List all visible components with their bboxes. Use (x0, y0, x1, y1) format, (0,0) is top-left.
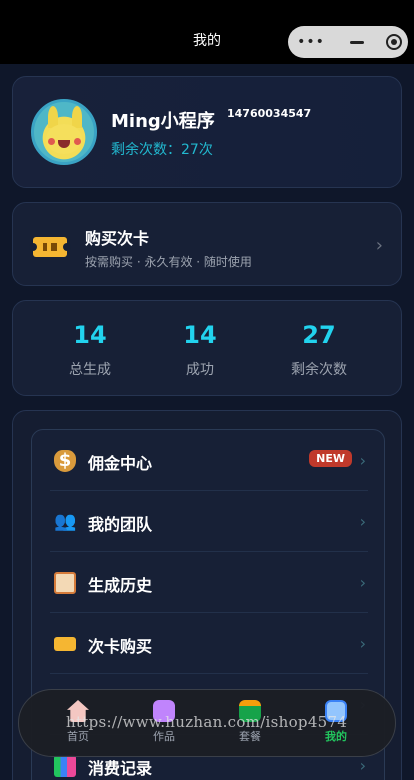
menu-item-label: 佣金中心 (88, 454, 153, 473)
menu-item-label: 我的团队 (88, 515, 153, 534)
stat-remaining: 27 剩余次数 (254, 321, 384, 379)
menu-item-label: 生成历史 (88, 576, 153, 595)
team-icon: 👥 (54, 511, 77, 532)
minimize-icon[interactable] (334, 40, 380, 44)
clipboard-icon (54, 572, 76, 594)
ticket-icon (54, 637, 76, 651)
chevron-right-icon: › (359, 512, 366, 531)
stat-value: 14 (183, 321, 217, 349)
buy-card-title: 购买次卡 (85, 229, 150, 248)
stat-label: 成功 (186, 362, 214, 378)
mini-program-capsule: ••• (288, 26, 408, 58)
user-name: Ming小程序 (111, 111, 215, 132)
new-badge: NEW (309, 450, 352, 467)
user-phone: 14760034547 (227, 107, 312, 120)
profile-card[interactable]: Ming小程序 14760034547 剩余次数：27次 (12, 76, 402, 188)
menu-item-label: 次卡购买 (88, 637, 153, 656)
remaining-count: 剩余次数：27次 (111, 142, 213, 158)
stat-success: 14 成功 (135, 321, 265, 379)
ticket-icon (29, 237, 71, 257)
buy-card-banner[interactable]: 购买次卡 按需购买 · 永久有效 · 随时使用 › (12, 202, 402, 286)
status-bar: 我的 ••• (0, 0, 414, 64)
buy-card-subtitle: 按需购买 · 永久有效 · 随时使用 (85, 255, 252, 269)
stat-label: 剩余次数 (291, 362, 347, 378)
chevron-right-icon: › (359, 756, 366, 775)
chevron-right-icon: › (359, 634, 366, 653)
more-icon[interactable]: ••• (288, 34, 334, 50)
watermark: https://www.huzhan.com/ishop4574 (66, 713, 348, 731)
chevron-right-icon: › (375, 235, 383, 256)
close-target-icon[interactable] (380, 34, 408, 50)
chevron-right-icon: › (359, 451, 366, 470)
chevron-right-icon: › (359, 573, 366, 592)
stat-value: 27 (302, 321, 336, 349)
stats-card: 14 总生成 14 成功 27 剩余次数 (12, 300, 402, 396)
menu-item-commission[interactable]: $ 佣金中心 NEW › (32, 430, 386, 491)
menu-item-team[interactable]: 👥 我的团队 › (32, 491, 386, 552)
avatar[interactable] (31, 99, 97, 165)
bar-chart-icon (54, 755, 76, 777)
menu-item-label: 消费记录 (88, 759, 153, 778)
menu-item-buy-card[interactable]: 次卡购买 › (32, 613, 386, 674)
money-bag-icon: $ (54, 450, 76, 472)
menu-item-history[interactable]: 生成历史 › (32, 552, 386, 613)
